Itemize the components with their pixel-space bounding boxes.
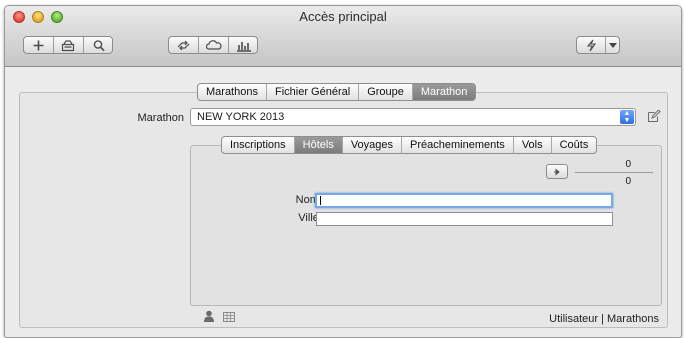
counter-total: 0 [625, 176, 631, 187]
record-button-group [23, 36, 113, 54]
counter-current: 0 [625, 159, 631, 170]
status-text: Utilisateur | Marathons [549, 313, 659, 325]
tab-couts[interactable]: Coûts [552, 137, 597, 153]
cloud-icon[interactable] [206, 40, 222, 51]
tab-inscriptions[interactable]: Inscriptions [222, 137, 295, 153]
main-panel: Marathons Fichier Général Groupe Maratho… [19, 83, 668, 328]
main-window: Accès principal Marathons Fichier Généra… [4, 5, 682, 338]
chevron-down-icon [609, 43, 617, 48]
marathon-select-value: NEW YORK 2013 [197, 111, 285, 123]
table-icon[interactable] [223, 312, 235, 322]
tab-preacheminements[interactable]: Préacheminements [402, 137, 514, 153]
sub-tab-bar: Inscriptions Hôtels Voyages Préacheminem… [221, 136, 598, 154]
nom-field[interactable] [315, 193, 613, 208]
bar-chart-icon[interactable] [236, 39, 252, 52]
window-title: Accès principal [299, 9, 387, 24]
user-icon[interactable] [203, 310, 215, 323]
title-bar: Accès principal [5, 6, 681, 67]
tab-vols[interactable]: Vols [514, 137, 552, 153]
nom-label: Nom : [295, 194, 325, 206]
top-tab-bar: Marathons Fichier Général Groupe Maratho… [197, 83, 477, 101]
tab-marathons[interactable]: Marathons [198, 84, 267, 100]
search-icon[interactable] [92, 39, 106, 52]
counter-divider [575, 172, 653, 173]
sync-arrows-icon[interactable] [176, 40, 191, 51]
ville-field[interactable] [316, 212, 613, 226]
tools-button-group [168, 36, 258, 54]
action-menu-button[interactable] [576, 36, 620, 54]
next-record-button[interactable] [546, 164, 568, 179]
ville-label: Ville : [298, 212, 325, 224]
hotels-panel: Inscriptions Hôtels Voyages Préacheminem… [190, 136, 662, 306]
text-caret [320, 196, 321, 205]
marathon-select[interactable]: NEW YORK 2013 ▲ ▼ [190, 108, 636, 126]
arrow-right-icon [554, 167, 560, 176]
edit-icon[interactable] [647, 110, 661, 123]
marathon-label: Marathon [137, 112, 184, 124]
tab-hotels[interactable]: Hôtels [294, 137, 343, 153]
updown-arrows-icon: ▲ ▼ [620, 110, 634, 124]
plus-icon[interactable] [32, 39, 45, 52]
tab-fichier-general[interactable]: Fichier Général [267, 84, 360, 100]
tab-groupe[interactable]: Groupe [359, 84, 413, 100]
tab-voyages[interactable]: Voyages [343, 137, 403, 153]
print-icon[interactable] [61, 39, 75, 52]
tab-marathon[interactable]: Marathon [412, 84, 476, 100]
lightning-icon [586, 39, 597, 52]
